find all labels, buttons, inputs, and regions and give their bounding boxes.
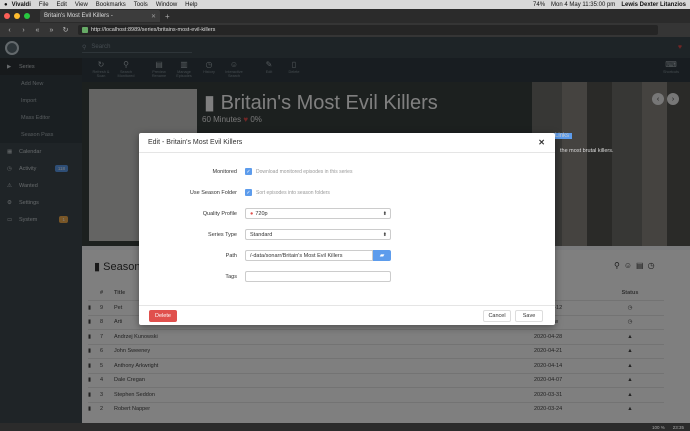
chevron-updown-icon: ⬍ (382, 231, 387, 238)
mac-menubar: ● Vivaldi File Edit View Bookmarks Tools… (0, 0, 690, 9)
monitored-label: Monitored (212, 168, 237, 175)
menu-file[interactable]: File (39, 2, 49, 8)
monitored-checkbox[interactable]: ✓ (245, 168, 252, 175)
clock[interactable]: Mon 4 May 11:35:00 pm (551, 2, 615, 8)
modal-footer: Delete Cancel Save (139, 305, 555, 325)
url-field[interactable]: http://localhost:8989/series/britains-mo… (78, 25, 658, 35)
battery-status[interactable]: 74% (533, 2, 545, 8)
site-security-icon[interactable] (82, 27, 88, 33)
menu-app-name[interactable]: Vivaldi (12, 2, 31, 8)
monitored-row: Monitored ✓ Download monitored episodes … (139, 161, 555, 182)
status-time: 23:35 (672, 424, 684, 430)
browser-tab[interactable]: Britain's Most Evil Killers - ✕ (40, 10, 160, 22)
menu-window[interactable]: Window (156, 2, 177, 8)
cursor-icon: ● (250, 210, 254, 217)
path-value: /-data/sonarr/Britain's Most Evil Killer… (250, 252, 343, 259)
series-type-label: Series Type (208, 231, 237, 238)
menu-edit[interactable]: Edit (57, 2, 67, 8)
back-icon[interactable]: ‹ (5, 27, 14, 34)
path-input[interactable]: /-data/sonarr/Britain's Most Evil Killer… (245, 250, 373, 261)
cancel-button[interactable]: Cancel (483, 310, 511, 322)
path-row: Path /-data/sonarr/Britain's Most Evil K… (139, 245, 555, 266)
browser-status-bar: 100 % 23:35 (0, 423, 690, 431)
links-label[interactable]: Links (552, 133, 573, 139)
apple-icon[interactable]: ● (4, 2, 8, 8)
minimize-window-icon[interactable] (14, 13, 20, 19)
quality-profile-select[interactable]: ● 720p ⬍ (245, 208, 391, 219)
address-bar: ‹ › « » ↻ http://localhost:8989/series/b… (0, 23, 690, 37)
season-folder-row: Use Season Folder ✓ Sort episodes into s… (139, 182, 555, 203)
new-tab-icon[interactable]: + (165, 12, 170, 21)
browser-tab-bar: Britain's Most Evil Killers - ✕ + (0, 9, 690, 23)
user-name[interactable]: Lewis Dexter Litanzios (621, 2, 686, 8)
menu-view[interactable]: View (75, 2, 88, 8)
fast-forward-icon[interactable]: » (47, 27, 56, 34)
close-icon[interactable]: ✕ (538, 138, 545, 147)
chevron-updown-icon: ⬍ (382, 210, 387, 217)
delete-button[interactable]: Delete (149, 310, 177, 322)
season-folder-help: Sort episodes into season folders (256, 189, 330, 196)
menu-help[interactable]: Help (185, 2, 197, 8)
series-type-row: Series Type Standard ⬍ (139, 224, 555, 245)
season-folder-checkbox[interactable]: ✓ (245, 189, 252, 196)
series-overview: the most brutal killers. (560, 148, 614, 154)
quality-profile-label: Quality Profile (202, 210, 237, 217)
tab-title: Britain's Most Evil Killers - (44, 13, 113, 19)
menu-tools[interactable]: Tools (134, 2, 148, 8)
browse-folder-button[interactable]: ▰ (373, 250, 391, 261)
modal-title: Edit - Britain's Most Evil Killers (148, 139, 243, 146)
monitored-help: Download monitored episodes in this seri… (256, 168, 353, 175)
zoom-window-icon[interactable] (24, 13, 30, 19)
url-text: http://localhost:8989/series/britains-mo… (91, 27, 216, 33)
modal-header: Edit - Britain's Most Evil Killers ✕ (139, 133, 555, 153)
path-label: Path (225, 252, 237, 259)
series-type-select[interactable]: Standard ⬍ (245, 229, 391, 240)
save-button[interactable]: Save (515, 310, 543, 322)
folder-icon: ▰ (379, 253, 385, 259)
edit-series-modal: Edit - Britain's Most Evil Killers ✕ Mon… (139, 133, 555, 325)
rewind-icon[interactable]: « (33, 27, 42, 34)
close-tab-icon[interactable]: ✕ (151, 13, 156, 20)
tags-label: Tags (225, 273, 237, 280)
menu-bookmarks[interactable]: Bookmarks (96, 2, 126, 8)
tags-input[interactable] (245, 271, 391, 282)
zoom-level[interactable]: 100 % (652, 425, 665, 430)
series-type-value: Standard (250, 231, 273, 238)
tags-row: Tags (139, 266, 555, 287)
modal-body: Monitored ✓ Download monitored episodes … (139, 153, 555, 287)
season-folder-label: Use Season Folder (189, 189, 237, 196)
quality-profile-row: Quality Profile ● 720p ⬍ (139, 203, 555, 224)
close-window-icon[interactable] (4, 13, 10, 19)
quality-profile-value: 720p (255, 210, 268, 217)
forward-icon[interactable]: › (19, 27, 28, 34)
reload-icon[interactable]: ↻ (61, 26, 70, 34)
